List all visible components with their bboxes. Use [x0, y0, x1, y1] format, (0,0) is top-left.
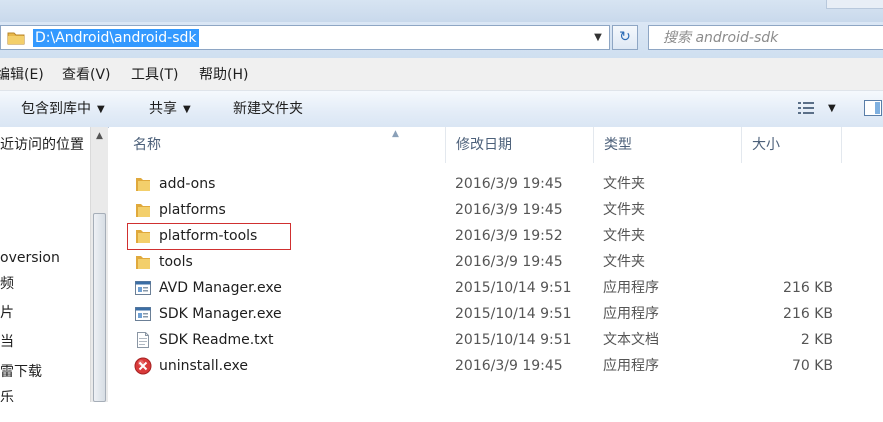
file-row[interactable]: platforms 2016/3/9 19:45 文件夹 — [109, 197, 883, 223]
file-name: SDK Readme.txt — [159, 332, 274, 348]
file-list: 名称 ▲ 修改日期 类型 大小 add-ons 2016/3/9 19:45 文… — [109, 127, 883, 402]
refresh-button[interactable]: ↻ — [612, 25, 638, 50]
nav-scrollbar[interactable]: ▲ — [90, 127, 108, 402]
uninstall-icon — [134, 357, 152, 375]
search-input[interactable]: 搜索 android-sdk — [648, 25, 883, 50]
sort-ascending-icon: ▲ — [392, 129, 399, 139]
file-date: 2015/10/14 9:51 — [455, 280, 572, 296]
refresh-icon: ↻ — [619, 29, 631, 45]
file-type: 文件夹 — [603, 176, 645, 192]
menu-view[interactable]: 查看(V) — [62, 66, 111, 84]
file-type: 应用程序 — [603, 358, 659, 374]
preview-pane-icon[interactable] — [864, 100, 882, 116]
exe-icon — [135, 281, 151, 295]
share-label: 共享 — [149, 101, 177, 117]
address-row: D:\Android\android-sdk ▼ ↻ 搜索 android-sd… — [0, 22, 883, 58]
file-name: AVD Manager.exe — [159, 280, 282, 296]
file-date: 2015/10/14 9:51 — [455, 306, 572, 322]
scroll-up-arrow-icon[interactable]: ▲ — [91, 127, 108, 145]
file-type: 文件夹 — [603, 228, 645, 244]
nav-item-documents[interactable]: 当 — [0, 333, 14, 351]
column-name-label: 名称 — [133, 137, 161, 153]
file-name: uninstall.exe — [159, 358, 248, 374]
include-library-button[interactable]: 包含到库中 ▼ — [21, 100, 105, 120]
nav-item-videos[interactable]: 频 — [0, 275, 14, 293]
file-date: 2016/3/9 19:45 — [455, 176, 563, 192]
file-name: platforms — [159, 202, 226, 218]
nav-item-pictures[interactable]: 片 — [0, 304, 14, 322]
search-placeholder: 搜索 android-sdk — [663, 30, 779, 46]
folder-icon — [136, 256, 150, 269]
window-frame — [0, 0, 883, 22]
menu-edit[interactable]: 编辑(E) — [0, 66, 44, 84]
nav-item-oversion[interactable]: oversion — [0, 249, 60, 267]
window-control[interactable] — [826, 0, 883, 9]
column-header-size[interactable]: 大小 — [742, 127, 842, 163]
command-toolbar: 包含到库中 ▼ 共享 ▼ 新建文件夹 ▼ — [0, 91, 883, 128]
file-row[interactable]: tools 2016/3/9 19:45 文件夹 — [109, 249, 883, 275]
file-size: 216 KB — [783, 306, 833, 322]
file-type: 应用程序 — [603, 306, 659, 322]
column-type-label: 类型 — [604, 137, 632, 153]
navigation-pane: 近访问的位置 oversion 频 片 当 雷下载 乐 — [0, 127, 90, 406]
address-bar[interactable]: D:\Android\android-sdk ▼ — [0, 25, 610, 50]
column-date-label: 修改日期 — [456, 137, 512, 153]
include-library-label: 包含到库中 — [21, 101, 91, 117]
exe-icon — [135, 307, 151, 321]
bottom-area — [0, 402, 883, 422]
menu-bar: 编辑(E) 查看(V) 工具(T) 帮助(H) — [0, 58, 883, 91]
folder-icon — [136, 178, 150, 191]
file-name: platform-tools — [159, 228, 258, 244]
file-type: 文件夹 — [603, 202, 645, 218]
file-size: 216 KB — [783, 280, 833, 296]
file-date: 2016/3/9 19:45 — [455, 254, 563, 270]
nav-item-thunder-downloads[interactable]: 雷下载 — [0, 363, 42, 381]
file-size: 2 KB — [800, 332, 833, 348]
file-type: 文件夹 — [603, 254, 645, 270]
file-type: 文本文档 — [603, 332, 659, 348]
new-folder-button[interactable]: 新建文件夹 — [233, 100, 303, 118]
file-name: SDK Manager.exe — [159, 306, 282, 322]
column-size-label: 大小 — [752, 137, 780, 153]
file-row[interactable]: uninstall.exe 2016/3/9 19:45 应用程序 70 KB — [109, 353, 883, 379]
column-header-date[interactable]: 修改日期 — [446, 127, 594, 163]
chevron-down-icon: ▼ — [97, 104, 105, 115]
file-type: 应用程序 — [603, 280, 659, 296]
share-button[interactable]: 共享 ▼ — [149, 100, 191, 120]
file-size: 70 KB — [791, 358, 833, 374]
chevron-down-icon[interactable]: ▼ — [828, 100, 836, 118]
menu-help[interactable]: 帮助(H) — [199, 66, 248, 84]
view-options-icon[interactable] — [798, 101, 814, 115]
column-header-type[interactable]: 类型 — [594, 127, 742, 163]
folder-icon — [136, 204, 150, 217]
scrollbar-thumb[interactable] — [93, 213, 106, 402]
menu-tools[interactable]: 工具(T) — [131, 66, 178, 84]
file-date: 2016/3/9 19:45 — [455, 358, 563, 374]
file-row[interactable]: platform-tools 2016/3/9 19:52 文件夹 — [109, 223, 883, 249]
chevron-down-icon[interactable]: ▼ — [589, 29, 607, 47]
file-row[interactable]: AVD Manager.exe 2015/10/14 9:51 应用程序 216… — [109, 275, 883, 301]
file-date: 2016/3/9 19:45 — [455, 202, 563, 218]
address-path[interactable]: D:\Android\android-sdk — [33, 29, 199, 47]
nav-item-recent-places[interactable]: 近访问的位置 — [0, 136, 84, 154]
file-row[interactable]: SDK Readme.txt 2015/10/14 9:51 文本文档 2 KB — [109, 327, 883, 353]
file-date: 2015/10/14 9:51 — [455, 332, 572, 348]
file-date: 2016/3/9 19:52 — [455, 228, 563, 244]
file-row[interactable]: SDK Manager.exe 2015/10/14 9:51 应用程序 216… — [109, 301, 883, 327]
folder-icon — [7, 32, 25, 45]
chevron-down-icon: ▼ — [183, 104, 191, 115]
folder-icon — [136, 230, 150, 243]
file-name: add-ons — [159, 176, 216, 192]
file-row[interactable]: add-ons 2016/3/9 19:45 文件夹 — [109, 171, 883, 197]
text-file-icon — [137, 332, 149, 348]
file-name: tools — [159, 254, 193, 270]
